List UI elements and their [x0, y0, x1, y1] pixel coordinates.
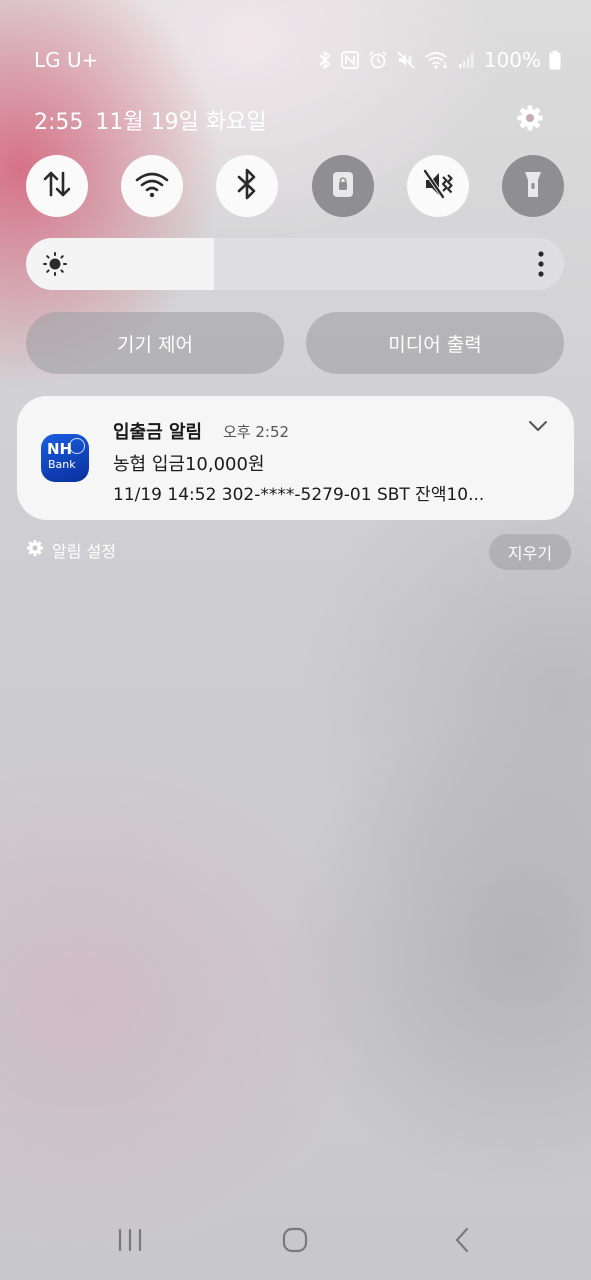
app-icon-subtext: Bank: [48, 458, 76, 471]
alarm-icon: [368, 50, 388, 70]
home-icon: [282, 1227, 308, 1257]
recent-apps-button[interactable]: [110, 1222, 150, 1262]
media-output-button[interactable]: 미디어 출력: [306, 312, 564, 374]
status-bar: LG U+ 100%: [0, 44, 591, 76]
notification-card[interactable]: NH Bank 입출금 알림 오후 2:52 농협 입금10,000원 11/1…: [17, 396, 574, 520]
recent-apps-icon: [117, 1228, 143, 1256]
gear-icon: [26, 539, 44, 561]
notification-text: 농협 입금10,000원: [113, 454, 265, 475]
screen-lock-tile[interactable]: [312, 155, 374, 217]
app-icon-text: NH: [47, 440, 73, 458]
back-icon: [453, 1226, 471, 1258]
battery-icon: [549, 50, 561, 70]
carrier-label: LG U+: [34, 48, 99, 72]
sun-icon: [42, 251, 68, 281]
bluetooth-tile[interactable]: [216, 155, 278, 217]
flashlight-icon: [521, 167, 545, 205]
signal-icon: [458, 51, 474, 69]
data-arrows-icon: [40, 167, 74, 205]
back-button[interactable]: [442, 1222, 482, 1262]
device-control-button[interactable]: 기기 제어: [26, 312, 284, 374]
home-button[interactable]: [275, 1222, 315, 1262]
vibrate-mute-icon: [421, 167, 455, 205]
expand-chevron-icon[interactable]: [527, 418, 549, 437]
gear-icon: [516, 104, 544, 136]
vibrate-mute-icon: [396, 50, 416, 70]
wifi-icon: [424, 50, 450, 70]
notification-detail: 11/19 14:52 302-****-5279-01 SBT 잔액10...: [113, 485, 485, 505]
wifi-icon: [134, 169, 170, 203]
nfc-icon: [340, 50, 360, 70]
bluetooth-icon: [235, 167, 259, 205]
clear-all-button[interactable]: 지우기: [489, 534, 571, 570]
settings-button[interactable]: [512, 102, 548, 138]
bluetooth-icon: [318, 50, 332, 70]
notification-settings-label: 알림 설정: [52, 542, 116, 561]
sound-tile[interactable]: [407, 155, 469, 217]
brightness-slider[interactable]: [26, 238, 564, 290]
more-options-icon[interactable]: [538, 250, 544, 282]
date-time: 2:55 11월 19일 화요일: [34, 104, 267, 136]
flashlight-tile[interactable]: [502, 155, 564, 217]
battery-percent: 100%: [483, 48, 541, 72]
date-label: 11월 19일 화요일: [95, 110, 267, 135]
mobile-data-tile[interactable]: [26, 155, 88, 217]
notification-title: 입출금 알림: [113, 422, 203, 443]
lock-icon: [330, 169, 356, 203]
notification-settings-link[interactable]: 알림 설정: [26, 538, 116, 562]
status-icons: 100%: [318, 44, 561, 76]
clock: 2:55: [34, 110, 84, 135]
nh-bank-app-icon: NH Bank: [41, 434, 89, 482]
wifi-tile[interactable]: [121, 155, 183, 217]
notification-time: 오후 2:52: [223, 423, 290, 441]
